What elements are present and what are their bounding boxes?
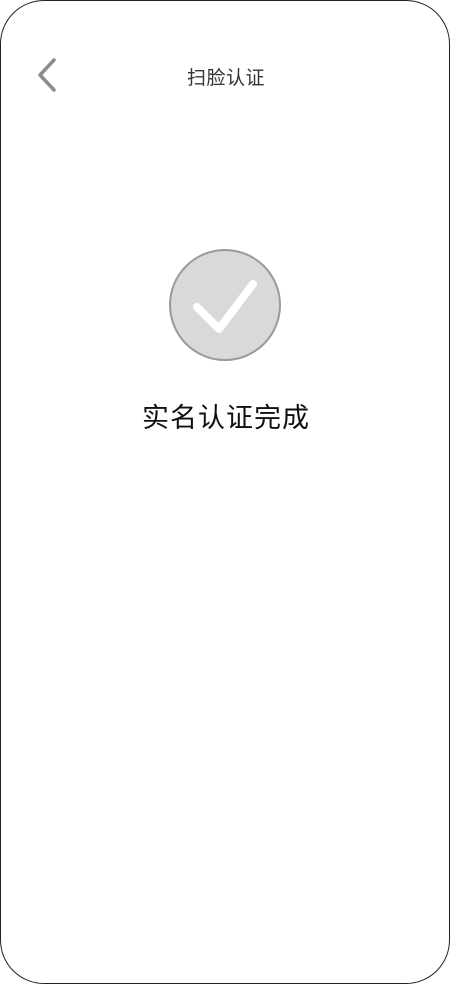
phone-frame: 扫脸认证 实名认证完成 (0, 0, 450, 984)
page-title: 扫脸认证 (186, 67, 265, 89)
verification-complete-message: 实名认证完成 (142, 403, 310, 434)
check-circle-icon (169, 249, 281, 361)
success-badge (169, 249, 281, 361)
nav-header: 扫脸认证 (1, 49, 449, 101)
